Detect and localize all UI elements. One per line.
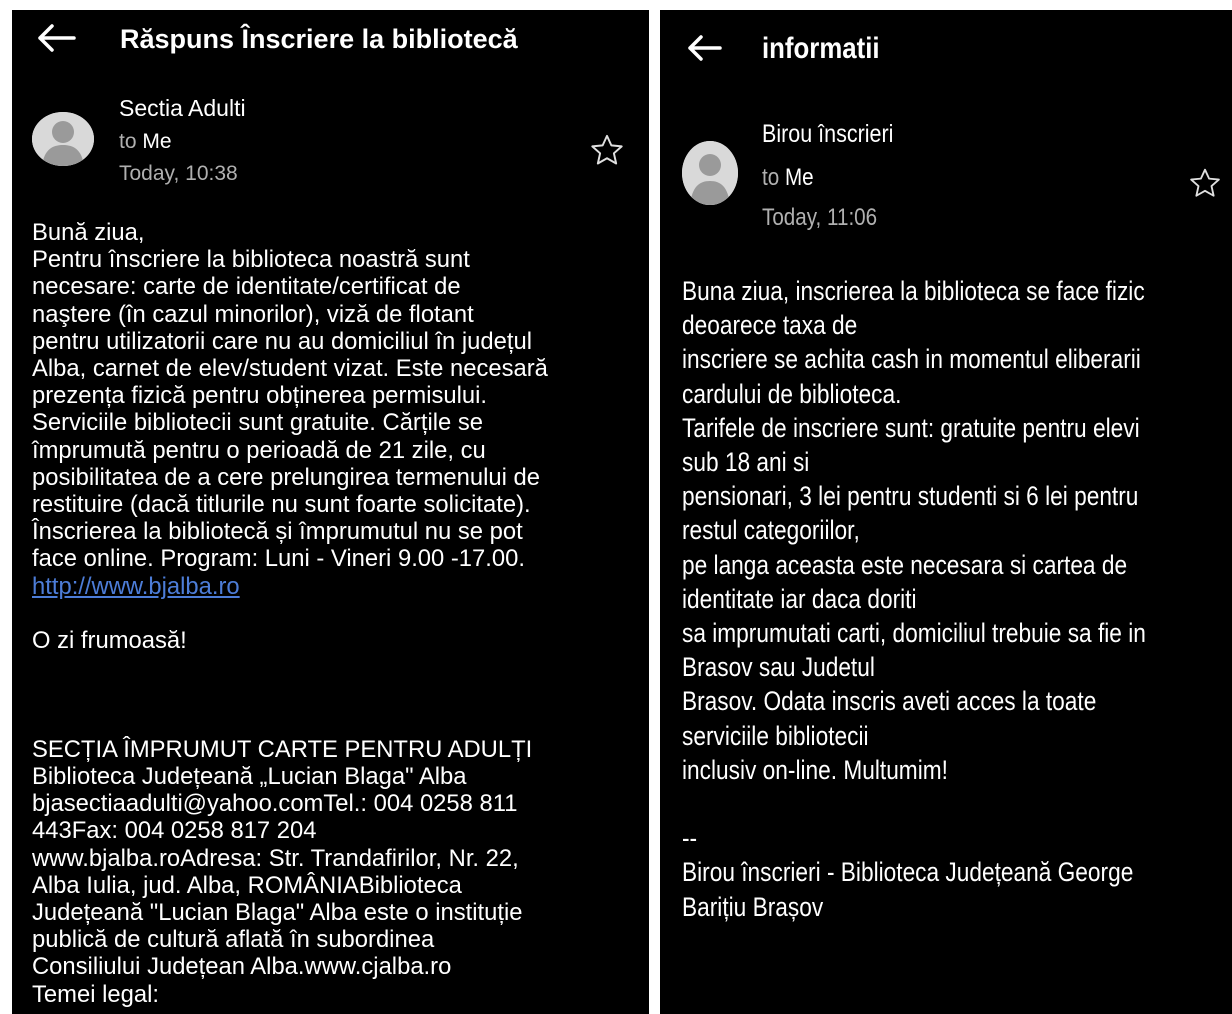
recipient-line: to Me: [762, 164, 814, 192]
body-line: Înscrierea la bibliotecă și împrumutul n…: [32, 518, 523, 546]
avatar[interactable]: [32, 112, 94, 166]
body-line: pe langa aceasta este necesara si cartea…: [682, 549, 1128, 580]
signature-line: Barițiu Brașov: [682, 891, 824, 922]
signature-line: Alba Iulia, jud. Alba, ROMÂNIABiblioteca: [32, 871, 462, 899]
body-line: Buna ziua, inscrierea la biblioteca se f…: [682, 276, 1145, 306]
body-line: restituire (dacă titlurile nu sunt foart…: [32, 491, 531, 519]
signature-line: SECȚIA ÎMPRUMUT CARTE PENTRU ADULȚI: [32, 735, 533, 763]
sender-name: Birou înscrieri: [762, 120, 894, 148]
body-line: pentru utilizatorii care nu au domiciliu…: [32, 327, 533, 355]
email-body: Bună ziua, Pentru înscriere la bibliotec…: [32, 219, 644, 1008]
body-line: deoarece taxa de: [682, 310, 858, 341]
body-line: posibilitatea de a cere prelungirea term…: [32, 463, 540, 491]
signature-line: Consiliului Județean Alba.www.cjalba.ro: [32, 953, 452, 981]
email-view-left: Răspuns Înscriere la bibliotecă Sectia A…: [12, 10, 649, 1014]
signature-line: Temei legal:: [32, 980, 159, 1008]
body-line: restul categoriilor,: [682, 515, 860, 546]
body-line: sub 18 ani si: [682, 447, 810, 478]
star-outline-icon[interactable]: [1188, 166, 1222, 200]
arrow-left-icon[interactable]: [36, 24, 76, 52]
body-line: naştere (în cazul minorilor), viză de fl…: [32, 300, 474, 328]
signature-line: Biblioteca Județeană „Lucian Blaga" Alba: [32, 763, 467, 790]
body-line: inscriere se achita cash in momentul eli…: [682, 344, 1141, 375]
body-line: face online. Program: Luni - Vineri 9.00…: [32, 545, 525, 573]
signature-line: Birou înscrieri - Biblioteca Județeană G…: [682, 857, 1134, 888]
body-line: inclusiv on-line. Multumim!: [682, 754, 948, 785]
recipient-name: Me: [142, 130, 172, 153]
email-subject: Răspuns Înscriere la bibliotecă: [120, 24, 518, 54]
signature-line: publică de cultură aflată în subordinea: [32, 926, 435, 954]
avatar[interactable]: [682, 141, 738, 205]
body-line: Pentru înscriere la biblioteca noastră s…: [32, 246, 470, 274]
body-line: necesare: carte de identitate/certificat…: [32, 273, 461, 301]
body-line: serviciile bibliotecii: [682, 720, 869, 751]
email-body: Buna ziua, inscrierea la biblioteca se f…: [682, 274, 1203, 924]
body-line: pensionari, 3 lei pentru studenti si 6 l…: [682, 481, 1139, 512]
body-line: împrumută pentru o perioadă de 21 zile, …: [32, 436, 486, 464]
to-label: to: [119, 130, 137, 153]
signature-line: 443Fax: 004 0258 817 204: [32, 817, 317, 845]
sender-name: Sectia Adulti: [119, 95, 246, 121]
body-line: Brasov. Odata inscris aveti acces la toa…: [682, 686, 1097, 717]
arrow-left-icon[interactable]: [686, 34, 722, 62]
email-date: Today, 11:06: [762, 204, 878, 231]
signature-separator: --: [682, 823, 698, 854]
recipient-line: to Me: [119, 130, 172, 154]
signature-line: www.bjalba.roAdresa: Str. Trandafirilor,…: [32, 844, 519, 872]
email-date: Today, 10:38: [119, 162, 238, 185]
email-subject: informatii: [762, 32, 880, 65]
body-line: Serviciile bibliotecii sunt gratuite. Că…: [32, 409, 484, 437]
body-line: sa imprumutati carti, domiciliul trebuie…: [682, 618, 1146, 649]
body-line: identitate iar daca doriti: [682, 583, 917, 614]
signature-line: Județeană "Lucian Blaga" Alba este o ins…: [32, 899, 523, 927]
to-label: to: [762, 164, 780, 191]
body-line: cardului de biblioteca.: [682, 378, 902, 409]
recipient-name: Me: [784, 164, 814, 191]
closing-line: O zi frumoasă!: [32, 627, 187, 655]
body-line: Bună ziua,: [32, 219, 145, 246]
body-line: prezența fizică pentru obținerea permisu…: [32, 382, 488, 410]
body-line: Brasov sau Judetul: [682, 652, 875, 683]
body-line: Tarifele de inscriere sunt: gratuite pen…: [682, 412, 1140, 443]
signature-line: bjasectiaadulti@yahoo.comTel.: 004 0258 …: [32, 790, 518, 818]
star-outline-icon[interactable]: [588, 132, 626, 168]
email-view-right: informatii Birou înscrieri to Me Today, …: [660, 10, 1232, 1014]
body-line: Alba, carnet de elev/student vizat. Este…: [32, 355, 548, 383]
website-link[interactable]: http://www.bjalba.ro: [32, 573, 240, 600]
